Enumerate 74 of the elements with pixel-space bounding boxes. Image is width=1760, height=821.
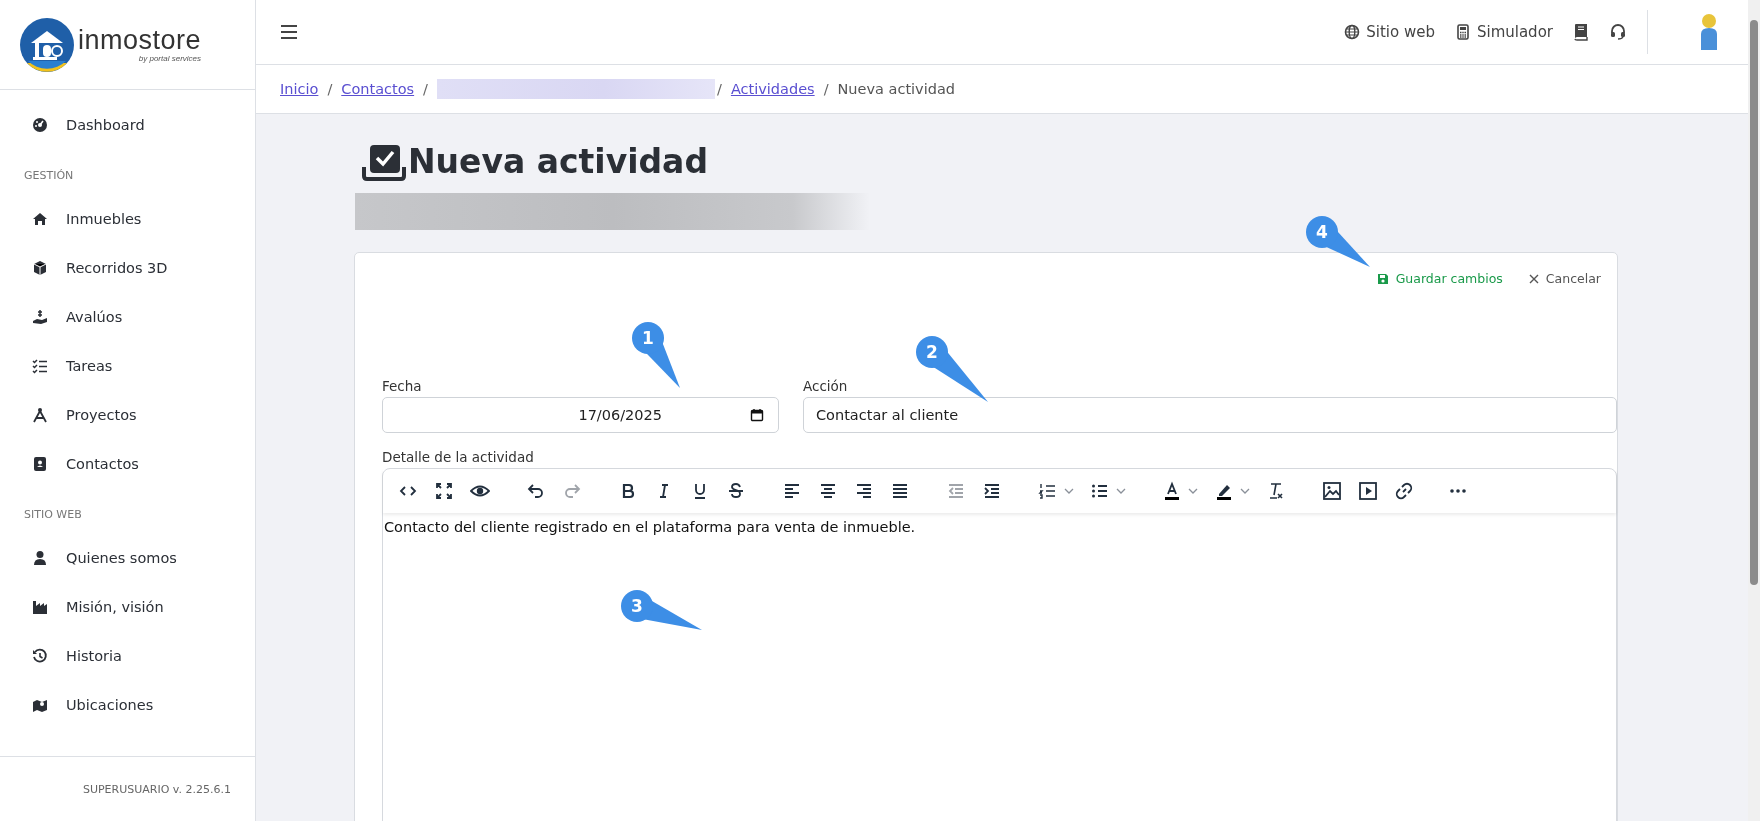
contact-card-icon [32, 455, 48, 472]
close-icon [1528, 273, 1539, 284]
undo-icon [526, 481, 546, 501]
date-field[interactable]: 17/06/2025 [382, 397, 779, 433]
inbox-check-icon [362, 142, 406, 181]
compass-icon [32, 406, 48, 423]
gauge-icon [32, 116, 48, 133]
home-icon [32, 210, 48, 227]
breadcrumb-link[interactable]: Actividades [730, 81, 815, 97]
sidebar-item[interactable]: Dashboard [0, 100, 255, 149]
justify-icon [890, 481, 910, 501]
checklist-icon [32, 357, 48, 374]
breadcrumb-separator: / [717, 81, 722, 97]
hand-dollar-icon [32, 308, 48, 325]
text-field[interactable]: Contactar al cliente [803, 397, 1617, 433]
version-text: SUPERUSUARIO v. 2.25.6.1 [82, 782, 231, 796]
section-heading: SITIO WEB [23, 507, 83, 523]
sidebar-item[interactable]: Tareas [0, 341, 255, 390]
headset-icon[interactable] [1609, 23, 1627, 41]
sidebar-item[interactable]: Inmuebles [0, 194, 255, 243]
editor-text: Contacto del cliente registrado en el plataforma para venta de inmueble. [384, 519, 917, 535]
cube-icon [32, 259, 48, 276]
align-right-icon [854, 481, 874, 501]
calculator-icon [1454, 24, 1471, 40]
field-label: Fecha [382, 378, 423, 394]
logo-tagline: by portal services [138, 54, 202, 63]
header-link[interactable]: Simulador [1454, 23, 1553, 41]
sidebar-item[interactable]: Avalúos [0, 292, 255, 341]
sidebar-item[interactable]: Quienes somos [0, 533, 255, 582]
sidebar-item[interactable]: Proyectos [0, 390, 255, 439]
indent-icon [982, 481, 1002, 501]
save-button[interactable]: Guardar cambios [1368, 267, 1511, 290]
scrollbar-thumb[interactable] [1750, 20, 1758, 585]
field-label: Acción [803, 378, 849, 394]
sidebar-item[interactable]: Misión, visión [0, 582, 255, 631]
calendar-icon [750, 408, 764, 422]
page-title: Nueva actividad [408, 142, 708, 181]
scrollbar[interactable] [1748, 0, 1760, 821]
sidebar-item[interactable]: Ubicaciones [0, 680, 255, 729]
header-link[interactable]: Sitio web [1344, 23, 1435, 41]
field-label: Detalle de la actividad [382, 449, 535, 465]
cancel-button[interactable]: Cancelar [1520, 267, 1609, 290]
numbered-list-icon [1038, 481, 1058, 501]
logo-wordmark: inmostore [78, 26, 202, 54]
sidebar-item[interactable]: Historia [0, 631, 255, 680]
menu-icon[interactable] [280, 24, 298, 40]
book-icon[interactable] [1573, 23, 1589, 41]
fullscreen-icon [434, 481, 454, 501]
factory-icon [32, 598, 48, 615]
text-color-icon [1162, 481, 1182, 501]
redo-icon [562, 481, 582, 501]
breadcrumb-separator: / [823, 81, 829, 97]
section-heading: GESTIÓN [23, 168, 75, 184]
outdent-icon [946, 481, 966, 501]
breadcrumb-link[interactable]: Inicio [280, 81, 319, 97]
breadcrumb-link[interactable]: Contactos [341, 81, 415, 97]
video-icon [1358, 481, 1378, 501]
breadcrumb-current: Nueva actividad [837, 81, 956, 97]
globe-icon [1344, 24, 1361, 40]
sidebar-item[interactable]: Contactos [0, 439, 255, 488]
user-icon [32, 549, 48, 566]
breadcrumb-separator: / [327, 81, 333, 97]
history-icon [32, 647, 48, 664]
align-center-icon [818, 481, 838, 501]
image-icon [1322, 481, 1342, 501]
strikethrough-icon [726, 481, 746, 501]
more-icon [1450, 489, 1466, 493]
avatar-icon[interactable] [1698, 12, 1720, 52]
breadcrumb-separator: / [423, 81, 428, 97]
link-icon [1394, 481, 1414, 501]
toolbar-button[interactable] [1447, 486, 1469, 496]
logo-icon [19, 16, 75, 73]
sidebar-item[interactable]: Recorridos 3D [0, 243, 255, 292]
align-left-icon [782, 481, 802, 501]
